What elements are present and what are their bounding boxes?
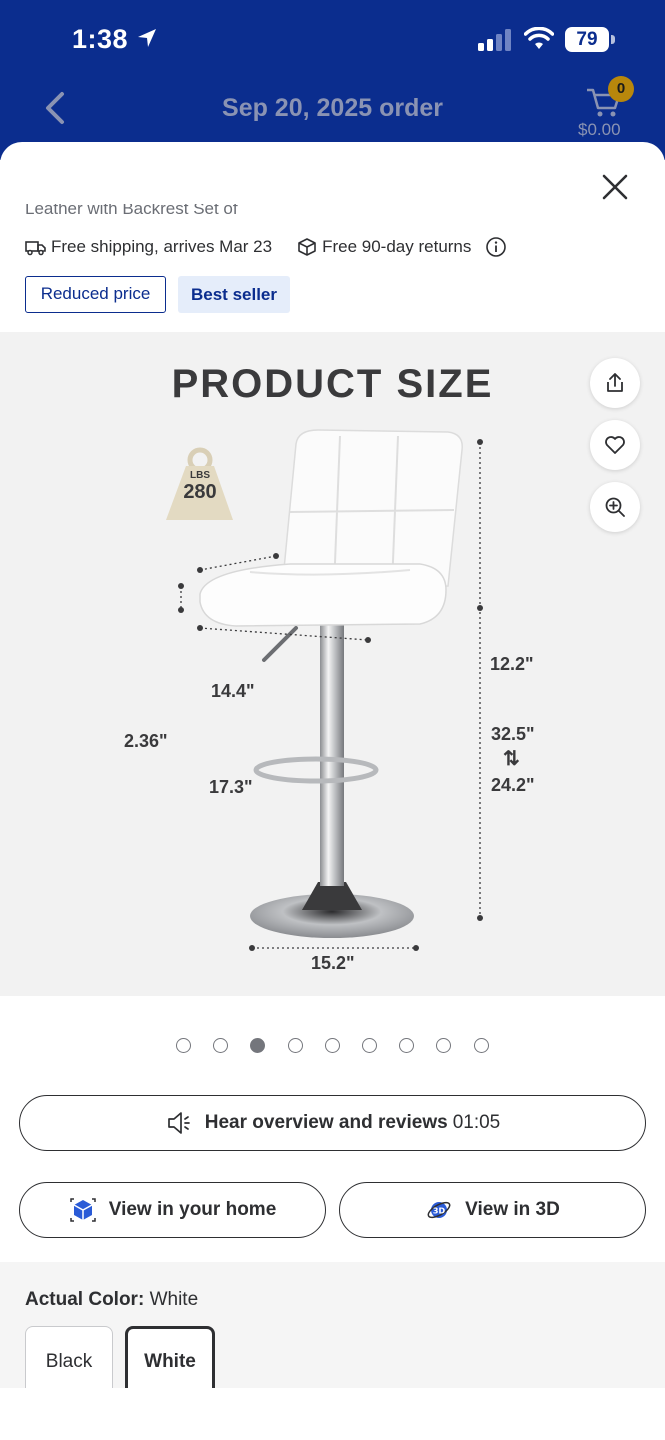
height-max-label: 32.5" [491, 724, 535, 744]
seat-width-label: 17.3" [209, 777, 253, 797]
zoom-button[interactable] [590, 482, 640, 532]
zoom-in-icon [605, 497, 625, 517]
carousel-dot[interactable] [399, 1038, 414, 1053]
cart-total: $0.00 [578, 120, 621, 139]
carousel-dot[interactable] [288, 1038, 303, 1053]
carousel-dot[interactable] [176, 1038, 191, 1053]
up-down-arrows-icon: ⇅ [503, 748, 520, 770]
hear-overview-button[interactable]: Hear overview and reviews 01:05 [19, 1095, 646, 1151]
carousel-dot-active[interactable] [250, 1038, 265, 1053]
color-selector: Actual Color: White Black White [0, 1262, 665, 1388]
back-height-label: 12.2" [490, 654, 534, 674]
app-header: 1:38 79 Sep 20, 2025 order 0 $0.00 [0, 0, 665, 160]
height-min-label: 24.2" [491, 775, 535, 795]
weight-value-label: 280 [183, 481, 217, 503]
heart-icon [605, 436, 625, 454]
reduced-price-badge: Reduced price [25, 276, 166, 313]
carousel-dots [0, 1036, 665, 1056]
product-title-fragment: Leather with Backrest Set of [25, 204, 238, 218]
color-option-black[interactable]: Black [25, 1326, 113, 1388]
share-button[interactable] [590, 358, 640, 408]
seat-depth-label: 14.4" [211, 681, 255, 701]
returns-box-icon [298, 238, 316, 256]
favorite-button[interactable] [590, 420, 640, 470]
svg-text:3D: 3D [433, 1207, 446, 1216]
bar-stool-illustration [166, 429, 483, 951]
base-diameter-label: 15.2" [311, 953, 355, 973]
close-icon[interactable] [598, 170, 632, 204]
seat-thickness-label: 2.36" [124, 731, 168, 751]
actual-color-label: Actual Color: White [25, 1289, 198, 1311]
carousel-dot[interactable] [474, 1038, 489, 1053]
status-time: 1:38 [72, 24, 129, 54]
color-label-key: Actual Color: [25, 1289, 145, 1310]
view-in-home-button[interactable]: View in your home [19, 1182, 326, 1238]
view-in-3d-label: View in 3D [465, 1199, 560, 1220]
weight-unit-label: LBS [190, 470, 210, 481]
product-sheet: Leather with Backrest Set of Free shippi… [0, 142, 665, 1388]
cell-signal-icon [478, 29, 511, 51]
color-label-value: White [149, 1289, 199, 1310]
page-title: Sep 20, 2025 order [222, 94, 443, 122]
ar-cube-icon [69, 1198, 96, 1222]
hear-overview-duration: 01:05 [452, 1112, 501, 1133]
color-option-white[interactable]: White [125, 1326, 215, 1388]
wifi-icon [524, 27, 554, 49]
shipping-text: Free shipping, arrives Mar 23 [51, 237, 273, 256]
cart-count-badge: 0 [608, 76, 634, 102]
view-in-home-label: View in your home [108, 1199, 277, 1220]
share-icon [607, 373, 623, 392]
battery-level: 79 [565, 27, 609, 52]
product-image[interactable]: PRODUCT SIZE LBS 280 12.2" 14.4" 2.36" 1… [0, 332, 665, 996]
truck-icon [25, 241, 46, 256]
returns-text: Free 90-day returns [322, 237, 472, 256]
hear-overview-label: Hear overview and reviews [204, 1112, 448, 1133]
view-in-3d-button[interactable]: 3D View in 3D [339, 1182, 646, 1238]
info-icon[interactable] [485, 236, 507, 258]
shipping-info-row: Free shipping, arrives Mar 23 Free 90-da… [25, 234, 507, 260]
carousel-dot[interactable] [436, 1038, 451, 1053]
carousel-dot[interactable] [213, 1038, 228, 1053]
carousel-dot[interactable] [362, 1038, 377, 1053]
3d-view-icon: 3D [427, 1201, 451, 1219]
carousel-dot[interactable] [325, 1038, 340, 1053]
location-arrow-icon [138, 29, 156, 47]
battery-icon: 79 [565, 27, 615, 52]
best-seller-badge: Best seller [178, 276, 290, 313]
speaker-icon [167, 1112, 190, 1134]
